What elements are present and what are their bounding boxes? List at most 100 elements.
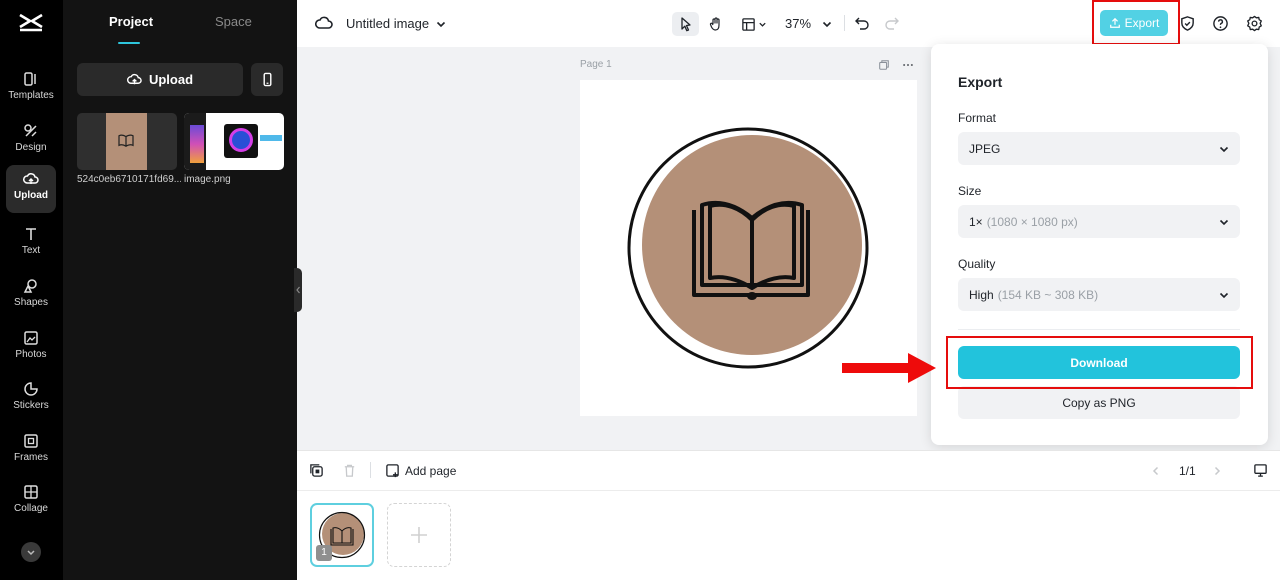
size-detail: (1080 × 1080 px) bbox=[986, 214, 1078, 229]
rail-item-templates[interactable]: Templates bbox=[6, 65, 56, 113]
layout-icon bbox=[742, 17, 755, 31]
tab-space[interactable]: Space bbox=[215, 14, 252, 29]
rail-label: Frames bbox=[14, 452, 48, 463]
chevron-down-icon[interactable] bbox=[435, 18, 447, 30]
page-thumbnail[interactable]: 1 bbox=[310, 503, 374, 567]
add-page-button[interactable]: Add page bbox=[385, 463, 456, 478]
redo-icon[interactable] bbox=[884, 15, 900, 31]
add-page-thumbnail-button[interactable] bbox=[387, 503, 451, 567]
chevron-down-icon[interactable] bbox=[821, 18, 833, 30]
rail-item-collage[interactable]: Collage bbox=[6, 478, 56, 526]
stickers-icon bbox=[24, 382, 38, 396]
export-upload-icon bbox=[1109, 17, 1120, 28]
size-value: 1× bbox=[969, 214, 983, 229]
photos-icon bbox=[24, 331, 38, 345]
capcut-logo-icon[interactable] bbox=[18, 12, 44, 34]
trash-icon[interactable] bbox=[342, 463, 357, 478]
phone-icon bbox=[263, 72, 271, 87]
mobile-upload-button[interactable] bbox=[251, 63, 283, 96]
chevron-down-icon bbox=[1219, 292, 1229, 299]
chevron-right-icon[interactable] bbox=[1211, 465, 1223, 477]
rail-item-upload[interactable]: Upload bbox=[6, 165, 56, 213]
format-value: JPEG bbox=[969, 141, 1001, 156]
export-panel-title: Export bbox=[958, 74, 1003, 90]
help-icon[interactable] bbox=[1212, 15, 1229, 32]
cloud-saved-icon bbox=[315, 16, 333, 29]
quality-detail: (154 KB ~ 308 KB) bbox=[997, 287, 1099, 302]
chevron-down-icon bbox=[1219, 146, 1229, 153]
zoom-level[interactable]: 37% bbox=[785, 16, 811, 31]
pointer-icon bbox=[680, 17, 691, 32]
upload-cloud-icon bbox=[23, 173, 39, 184]
document-title[interactable]: Untitled image bbox=[346, 16, 429, 31]
page-counter: 1/1 bbox=[1179, 464, 1196, 478]
export-panel-divider bbox=[958, 329, 1240, 330]
chevron-down-icon bbox=[759, 22, 766, 27]
export-button[interactable]: Export bbox=[1100, 10, 1168, 36]
page-bar-divider bbox=[370, 462, 371, 478]
rail-item-stickers[interactable]: Stickers bbox=[6, 375, 56, 423]
gear-icon[interactable] bbox=[1246, 15, 1263, 32]
quality-select[interactable]: High (154 KB ~ 308 KB) bbox=[958, 278, 1240, 311]
top-bar: Untitled image 37% Export bbox=[297, 0, 1280, 47]
upload-button[interactable]: Upload bbox=[77, 63, 243, 96]
plus-icon bbox=[411, 527, 427, 543]
format-select[interactable]: JPEG bbox=[958, 132, 1240, 165]
size-select[interactable]: 1× (1080 × 1080 px) bbox=[958, 205, 1240, 238]
page-bar: Add page 1/1 bbox=[297, 450, 1280, 490]
rail-expand-button[interactable] bbox=[21, 542, 41, 562]
panel-tabs: Project Space bbox=[63, 0, 297, 46]
presentation-icon[interactable] bbox=[1253, 463, 1268, 478]
collage-icon bbox=[24, 485, 38, 499]
quality-label: Quality bbox=[958, 257, 996, 271]
frames-icon bbox=[24, 434, 38, 448]
rail-label: Collage bbox=[14, 503, 48, 514]
add-page-label: Add page bbox=[405, 463, 457, 478]
rail-label: Text bbox=[21, 245, 41, 256]
quality-value: High bbox=[969, 287, 994, 302]
left-rail: Templates Design Upload Text Shapes Phot… bbox=[0, 0, 63, 580]
shield-icon[interactable] bbox=[1179, 15, 1196, 32]
format-label: Format bbox=[958, 111, 997, 125]
rail-item-text[interactable]: Text bbox=[6, 220, 56, 268]
rail-label: Photos bbox=[15, 349, 47, 360]
toolbar-divider bbox=[844, 15, 845, 31]
tab-project[interactable]: Project bbox=[109, 14, 153, 29]
screenshot-preview-strip bbox=[190, 125, 204, 163]
undo-icon[interactable] bbox=[854, 15, 870, 31]
upload-cloud-icon bbox=[127, 73, 142, 85]
file-thumbnail-image[interactable] bbox=[184, 113, 284, 170]
rail-label: Upload bbox=[14, 190, 48, 201]
templates-icon bbox=[24, 72, 36, 86]
chevron-left-icon[interactable] bbox=[1150, 465, 1162, 477]
layout-menu-button[interactable] bbox=[737, 12, 771, 36]
rail-item-design[interactable]: Design bbox=[6, 117, 56, 165]
rail-label: Shapes bbox=[14, 297, 48, 308]
hand-icon bbox=[709, 17, 720, 31]
file-thumbnail-book[interactable] bbox=[77, 113, 177, 170]
page-label: Page 1 bbox=[580, 59, 612, 70]
hand-tool-button[interactable] bbox=[702, 12, 729, 36]
select-tool-button[interactable] bbox=[672, 12, 699, 36]
panel-collapse-handle[interactable] bbox=[294, 268, 302, 312]
rail-item-shapes[interactable]: Shapes bbox=[6, 272, 56, 320]
export-button-label: Export bbox=[1124, 16, 1160, 30]
shapes-icon bbox=[23, 279, 37, 293]
chevron-down-icon bbox=[1219, 219, 1229, 226]
duplicate-page-icon[interactable] bbox=[878, 59, 890, 71]
copy-as-png-button[interactable]: Copy as PNG bbox=[958, 386, 1240, 419]
screenshot-preview-canvas bbox=[224, 124, 258, 158]
page-duplicate-icon[interactable] bbox=[309, 463, 324, 478]
page-filmstrip: 1 bbox=[297, 490, 1280, 580]
rail-item-frames[interactable]: Frames bbox=[6, 427, 56, 475]
chevron-down-icon bbox=[27, 550, 35, 556]
assets-panel: Project Space Upload 524c0eb6710171fd69.… bbox=[63, 0, 297, 580]
book-icon bbox=[118, 134, 134, 147]
file-name: 524c0eb6710171fd69... bbox=[77, 174, 181, 185]
rail-label: Templates bbox=[8, 90, 54, 101]
download-button[interactable]: Download bbox=[958, 346, 1240, 379]
screenshot-preview-button bbox=[260, 135, 282, 141]
rail-item-photos[interactable]: Photos bbox=[6, 324, 56, 372]
tab-underline bbox=[118, 42, 140, 44]
more-options-icon[interactable] bbox=[902, 59, 914, 71]
